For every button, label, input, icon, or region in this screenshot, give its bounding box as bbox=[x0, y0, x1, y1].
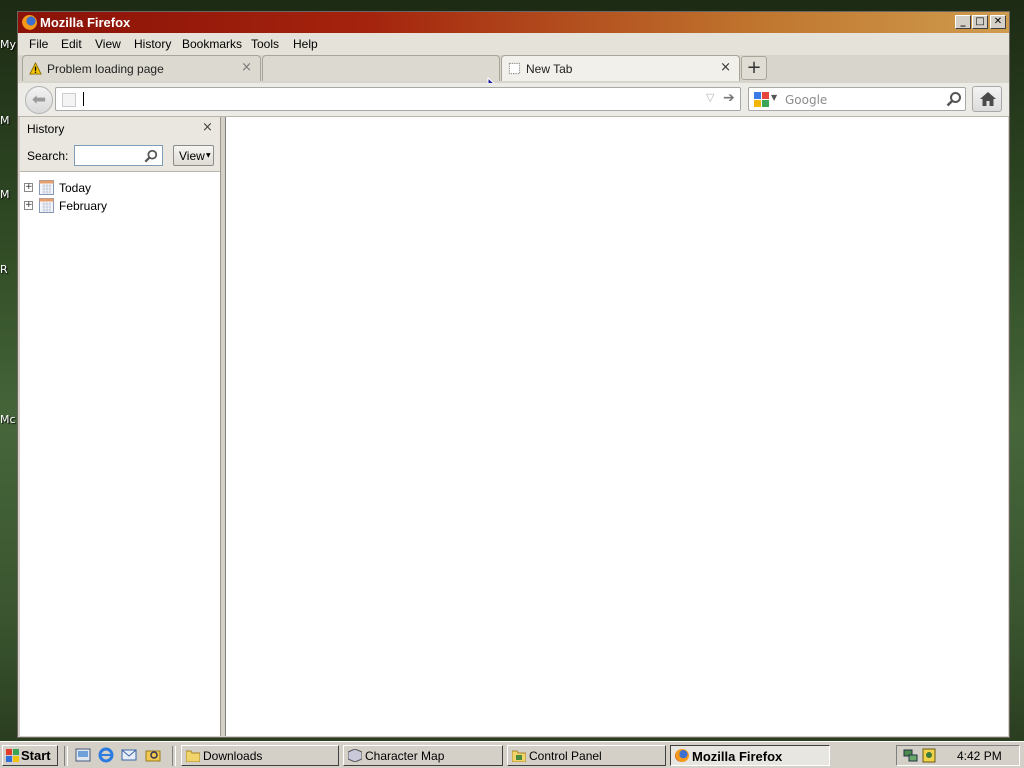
calendar-folder-icon bbox=[39, 180, 54, 195]
tab-label: New Tab bbox=[526, 62, 573, 76]
expand-icon[interactable]: + bbox=[24, 183, 33, 192]
site-identity-icon[interactable] bbox=[62, 93, 76, 107]
search-bar[interactable]: ▼ Google bbox=[748, 87, 966, 111]
view-button-label: View bbox=[179, 149, 205, 163]
history-sidebar: History × Search: View ▼ + Today + Febru… bbox=[20, 117, 221, 736]
blank-page-icon bbox=[508, 62, 521, 75]
tab-close-icon[interactable]: × bbox=[241, 60, 252, 75]
menu-tools[interactable]: Tools bbox=[251, 37, 279, 51]
url-bar[interactable]: ▽ ➔ bbox=[55, 87, 741, 111]
show-desktop-icon[interactable] bbox=[75, 747, 91, 763]
search-icon[interactable] bbox=[144, 149, 158, 163]
sidebar-search-row: Search: View ▼ bbox=[20, 141, 220, 172]
menu-file[interactable]: File bbox=[29, 37, 48, 51]
sidebar-title: History bbox=[27, 122, 65, 136]
page-content-area[interactable] bbox=[225, 117, 1008, 736]
search-icon[interactable] bbox=[946, 91, 962, 107]
history-search-field[interactable] bbox=[74, 145, 163, 166]
charmap-icon bbox=[348, 749, 362, 762]
go-arrow-icon[interactable]: ➔ bbox=[723, 90, 735, 106]
warning-icon bbox=[29, 62, 42, 75]
home-button[interactable] bbox=[972, 86, 1002, 112]
desktop-icon-label[interactable]: R bbox=[0, 263, 8, 276]
toolbar-divider bbox=[64, 746, 68, 766]
explorer-icon[interactable] bbox=[145, 747, 161, 763]
tree-item-today[interactable]: + Today bbox=[20, 179, 220, 197]
desktop-icon-label[interactable]: M bbox=[0, 114, 10, 127]
menu-edit[interactable]: Edit bbox=[61, 37, 82, 51]
folder-icon bbox=[186, 750, 200, 762]
chevron-down-icon: ▼ bbox=[206, 152, 211, 159]
tree-item-label: Today bbox=[59, 181, 92, 195]
start-label: Start bbox=[21, 748, 51, 763]
network-icon[interactable] bbox=[903, 748, 919, 763]
menu-bar: File Edit View History Bookmarks Tools H… bbox=[18, 33, 1009, 55]
taskbar-item-downloads[interactable]: Downloads bbox=[181, 745, 339, 766]
navigation-toolbar: ⬅ ▽ ➔ ▼ Google bbox=[18, 83, 1009, 117]
title-bar[interactable]: Mozilla Firefox _ □ ✕ bbox=[18, 12, 1009, 33]
internet-explorer-icon[interactable] bbox=[98, 747, 114, 763]
desktop-icon-label[interactable]: My bbox=[0, 38, 16, 51]
search-input[interactable]: Google bbox=[785, 93, 827, 107]
tab-new-tab[interactable]: New Tab × bbox=[501, 55, 740, 81]
tab-problem-loading[interactable]: Problem loading page × bbox=[22, 55, 261, 81]
calendar-folder-icon bbox=[39, 198, 54, 213]
close-button[interactable]: ✕ bbox=[990, 15, 1006, 29]
engine-dropdown-icon[interactable]: ▼ bbox=[771, 93, 777, 102]
menu-help[interactable]: Help bbox=[293, 37, 318, 51]
windows-logo-icon bbox=[6, 749, 19, 762]
window-title: Mozilla Firefox bbox=[40, 15, 131, 30]
back-button[interactable]: ⬅ bbox=[25, 86, 53, 114]
task-label: Character Map bbox=[365, 749, 445, 763]
control-panel-icon bbox=[512, 750, 526, 762]
desktop-icon-label[interactable]: M bbox=[0, 188, 10, 201]
desktop-icon-label[interactable]: Mc bbox=[0, 413, 16, 426]
taskbar-item-control-panel[interactable]: Control Panel bbox=[507, 745, 666, 766]
toolbar-divider bbox=[172, 746, 176, 766]
firefox-icon bbox=[22, 15, 37, 30]
minimize-button[interactable]: _ bbox=[955, 15, 971, 29]
view-dropdown-button[interactable]: View ▼ bbox=[173, 145, 214, 166]
tab-dragged-empty[interactable] bbox=[262, 55, 500, 81]
firefox-icon bbox=[675, 749, 689, 762]
clock: 4:42 PM bbox=[957, 749, 1002, 763]
menu-history[interactable]: History bbox=[134, 37, 171, 51]
menu-view[interactable]: View bbox=[95, 37, 121, 51]
tree-item-label: February bbox=[59, 199, 108, 213]
text-caret bbox=[83, 92, 84, 106]
tab-close-icon[interactable]: × bbox=[720, 60, 731, 75]
start-button[interactable]: Start bbox=[2, 745, 58, 766]
google-engine-icon[interactable] bbox=[754, 92, 769, 107]
back-arrow-icon: ⬅ bbox=[31, 90, 47, 110]
system-tray: 4:42 PM bbox=[896, 745, 1020, 766]
tree-item-february[interactable]: + February bbox=[20, 197, 220, 215]
sidebar-header: History × bbox=[20, 117, 220, 141]
firefox-window: Mozilla Firefox _ □ ✕ File Edit View His… bbox=[17, 11, 1010, 738]
taskbar: Start Downloads Character Map Control Pa… bbox=[0, 741, 1024, 768]
outlook-express-icon[interactable] bbox=[121, 747, 137, 763]
maximize-button[interactable]: □ bbox=[972, 15, 988, 29]
new-tab-button[interactable]: + bbox=[741, 56, 767, 80]
task-label: Downloads bbox=[203, 749, 263, 763]
tab-label: Problem loading page bbox=[47, 62, 164, 76]
expand-icon[interactable]: + bbox=[24, 201, 33, 210]
task-label: Control Panel bbox=[529, 749, 602, 763]
sidebar-close-icon[interactable]: × bbox=[202, 120, 213, 135]
history-dropdown-icon[interactable]: ▽ bbox=[706, 91, 714, 104]
home-icon bbox=[980, 92, 996, 106]
search-label: Search: bbox=[27, 149, 69, 163]
taskbar-item-character-map[interactable]: Character Map bbox=[343, 745, 503, 766]
security-icon[interactable] bbox=[922, 748, 936, 763]
taskbar-item-mozilla-firefox[interactable]: Mozilla Firefox bbox=[670, 745, 830, 766]
task-label: Mozilla Firefox bbox=[692, 749, 783, 764]
tab-strip: Problem loading page × New Tab × + bbox=[18, 55, 1009, 97]
menu-bookmarks[interactable]: Bookmarks bbox=[182, 37, 242, 51]
